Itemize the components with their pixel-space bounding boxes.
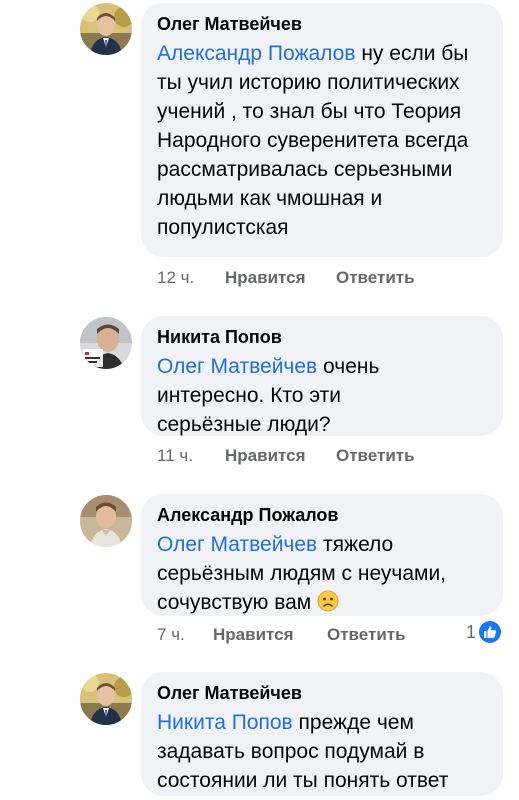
- reply-button[interactable]: Ответить: [336, 445, 415, 467]
- reply-button[interactable]: Ответить: [327, 624, 406, 646]
- mention-link[interactable]: Олег Матвейчев: [157, 355, 317, 378]
- avatar[interactable]: [80, 495, 132, 547]
- frowning-face-emoji: [317, 590, 339, 612]
- comment-actions: 11 ч. Нравится Ответить: [157, 445, 497, 467]
- comment-time[interactable]: 12 ч.: [157, 267, 194, 289]
- comment-text: Олег Матвейчев очень интересно. Кто эти …: [157, 352, 407, 439]
- comment-bubble: Олег Матвейчев Александр Пожалов ну если…: [141, 3, 503, 257]
- comment-text: Александр Пожалов ну если бы ты учил ист…: [157, 39, 487, 242]
- reaction-summary[interactable]: 1: [466, 621, 502, 643]
- avatar[interactable]: [80, 317, 132, 369]
- comment-time[interactable]: 7 ч.: [157, 624, 185, 646]
- reaction-count: 1: [466, 621, 477, 642]
- comment-bubble: Александр Пожалов Олег Матвейчев тяжело …: [141, 494, 503, 616]
- reply-button[interactable]: Ответить: [336, 267, 415, 289]
- comment-author[interactable]: Олег Матвейчев: [157, 682, 487, 704]
- mention-link[interactable]: Никита Попов: [157, 711, 293, 734]
- avatar[interactable]: [80, 673, 132, 725]
- comment-text: Никита Попов прежде чем задавать вопрос …: [157, 708, 477, 795]
- mention-link[interactable]: Олег Матвейчев: [157, 533, 317, 556]
- like-icon: [479, 621, 502, 643]
- comment-text: Олег Матвейчев тяжело серьёзным людям с …: [157, 530, 467, 617]
- like-button[interactable]: Нравится: [225, 267, 306, 289]
- comment-author[interactable]: Никита Попов: [157, 326, 487, 348]
- comment-time[interactable]: 11 ч.: [157, 445, 193, 467]
- comment-bubble: Никита Попов Олег Матвейчев очень интере…: [141, 316, 503, 436]
- mention-link[interactable]: Александр Пожалов: [157, 42, 356, 65]
- comment-author[interactable]: Александр Пожалов: [157, 504, 487, 526]
- comment-bubble: Олег Матвейчев Никита Попов прежде чем з…: [141, 672, 503, 796]
- comment-actions: 7 ч. Нравится Ответить: [157, 624, 497, 646]
- comment-actions: 12 ч. Нравится Ответить: [157, 267, 497, 289]
- like-button[interactable]: Нравится: [225, 445, 306, 467]
- like-button[interactable]: Нравится: [213, 624, 294, 646]
- comment-body: ну если бы ты учил историю политических …: [157, 42, 469, 239]
- comment-author[interactable]: Олег Матвейчев: [157, 13, 487, 35]
- avatar[interactable]: [80, 3, 132, 55]
